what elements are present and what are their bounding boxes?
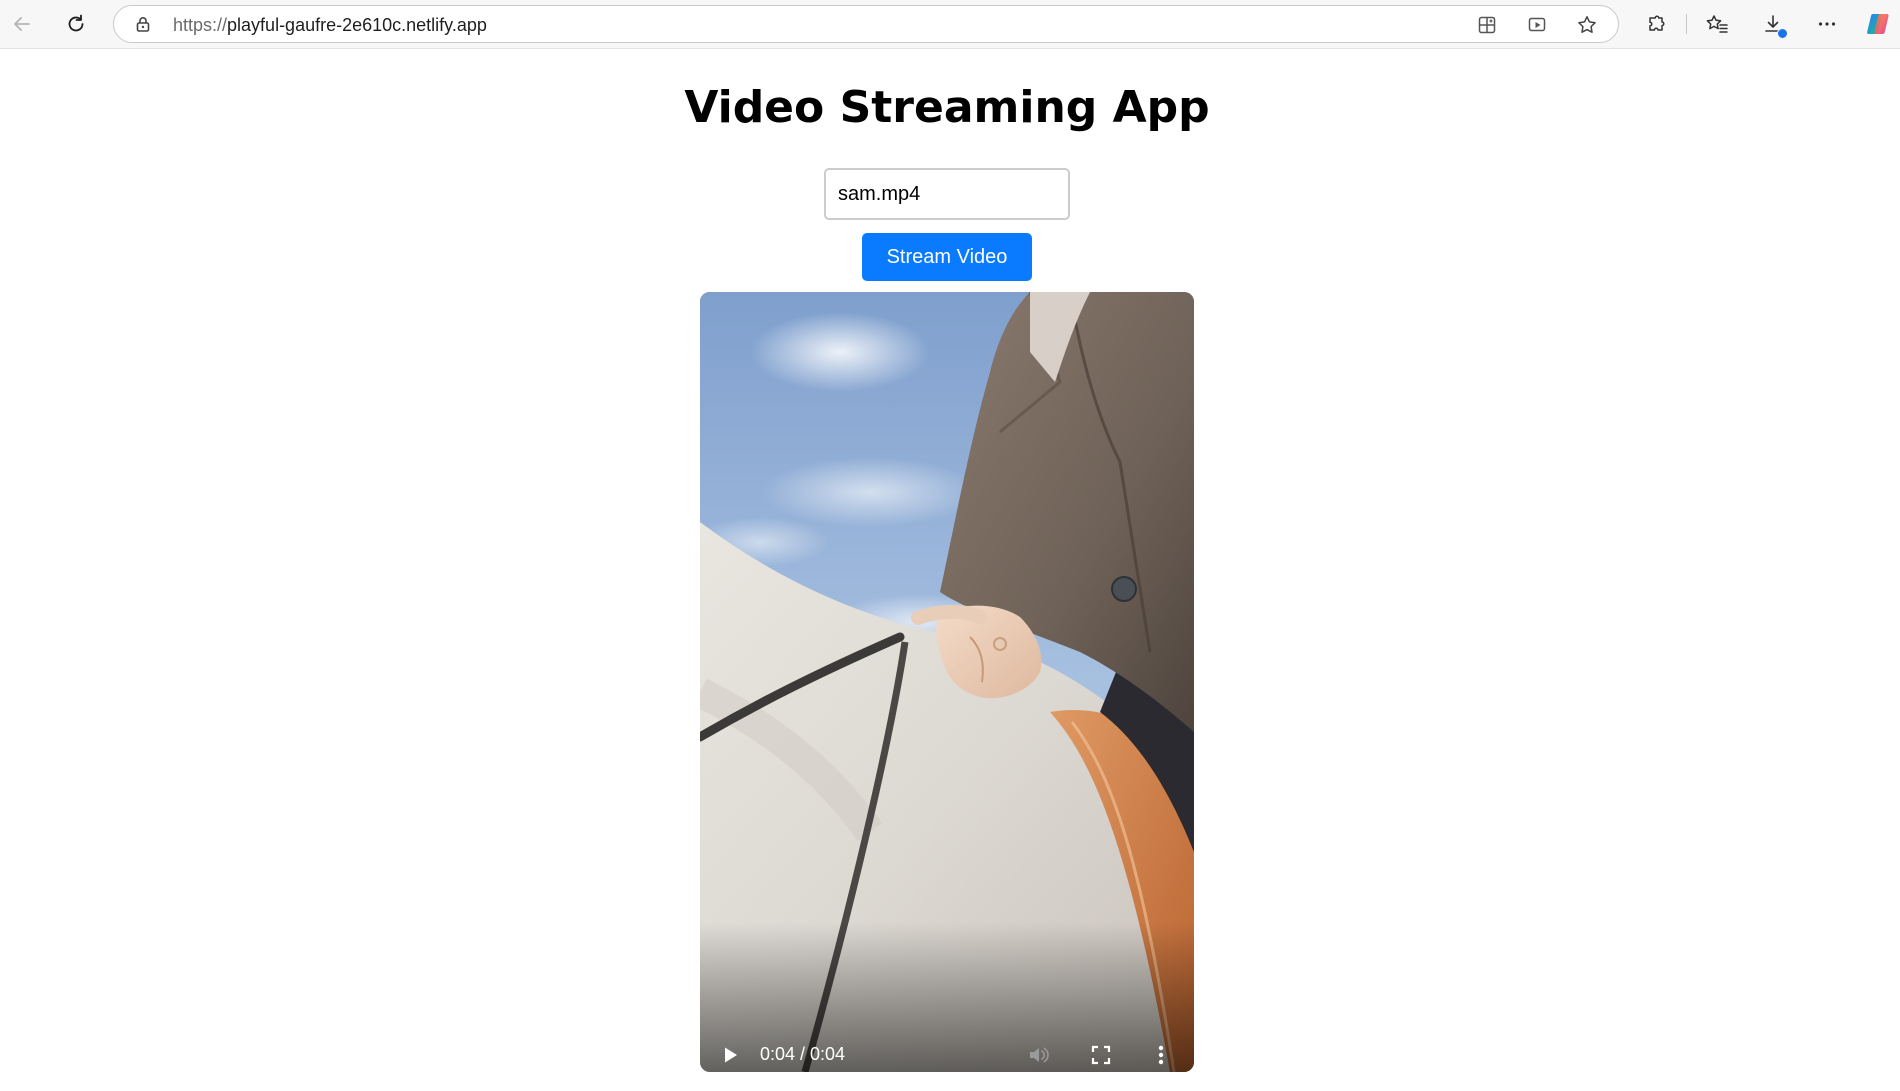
- stream-video-button[interactable]: Stream Video: [862, 233, 1032, 281]
- download-icon[interactable]: [1757, 8, 1789, 40]
- media-icon[interactable]: [1526, 14, 1548, 36]
- star-icon[interactable]: [1576, 14, 1598, 36]
- fullscreen-icon[interactable]: [1090, 1044, 1112, 1066]
- video-time-display: 0:04 / 0:04: [760, 1044, 846, 1064]
- more-icon[interactable]: [1811, 8, 1843, 40]
- lock-icon[interactable]: [134, 15, 152, 33]
- toolbar-separator: [1686, 14, 1687, 34]
- url-host: playful-gaufre-2e610c.netlify.app: [227, 15, 487, 35]
- favorites-icon[interactable]: [1701, 8, 1733, 40]
- address-bar[interactable]: https://playful-gaufre-2e610c.netlify.ap…: [113, 5, 1619, 43]
- more-vertical-icon[interactable]: [1150, 1044, 1172, 1066]
- filename-input[interactable]: [824, 168, 1070, 220]
- back-arrow-icon[interactable]: [6, 8, 38, 40]
- puzzle-icon[interactable]: [1640, 8, 1672, 40]
- video-player[interactable]: 0:04 / 0:04: [700, 292, 1194, 1072]
- page-content: Video Streaming App Stream Video: [0, 49, 1900, 1091]
- apps-icon[interactable]: [1476, 14, 1498, 36]
- play-icon[interactable]: [720, 1044, 742, 1066]
- url-scheme: https://: [173, 15, 228, 35]
- browser-toolbar: https://playful-gaufre-2e610c.netlify.ap…: [0, 0, 1900, 49]
- page-title: Video Streaming App: [684, 82, 1210, 133]
- download-badge: [1777, 28, 1788, 39]
- refresh-icon[interactable]: [60, 8, 92, 40]
- volume-icon[interactable]: [1027, 1044, 1051, 1066]
- copilot-icon[interactable]: [1862, 8, 1894, 40]
- address-url: https://playful-gaufre-2e610c.netlify.ap…: [173, 15, 487, 35]
